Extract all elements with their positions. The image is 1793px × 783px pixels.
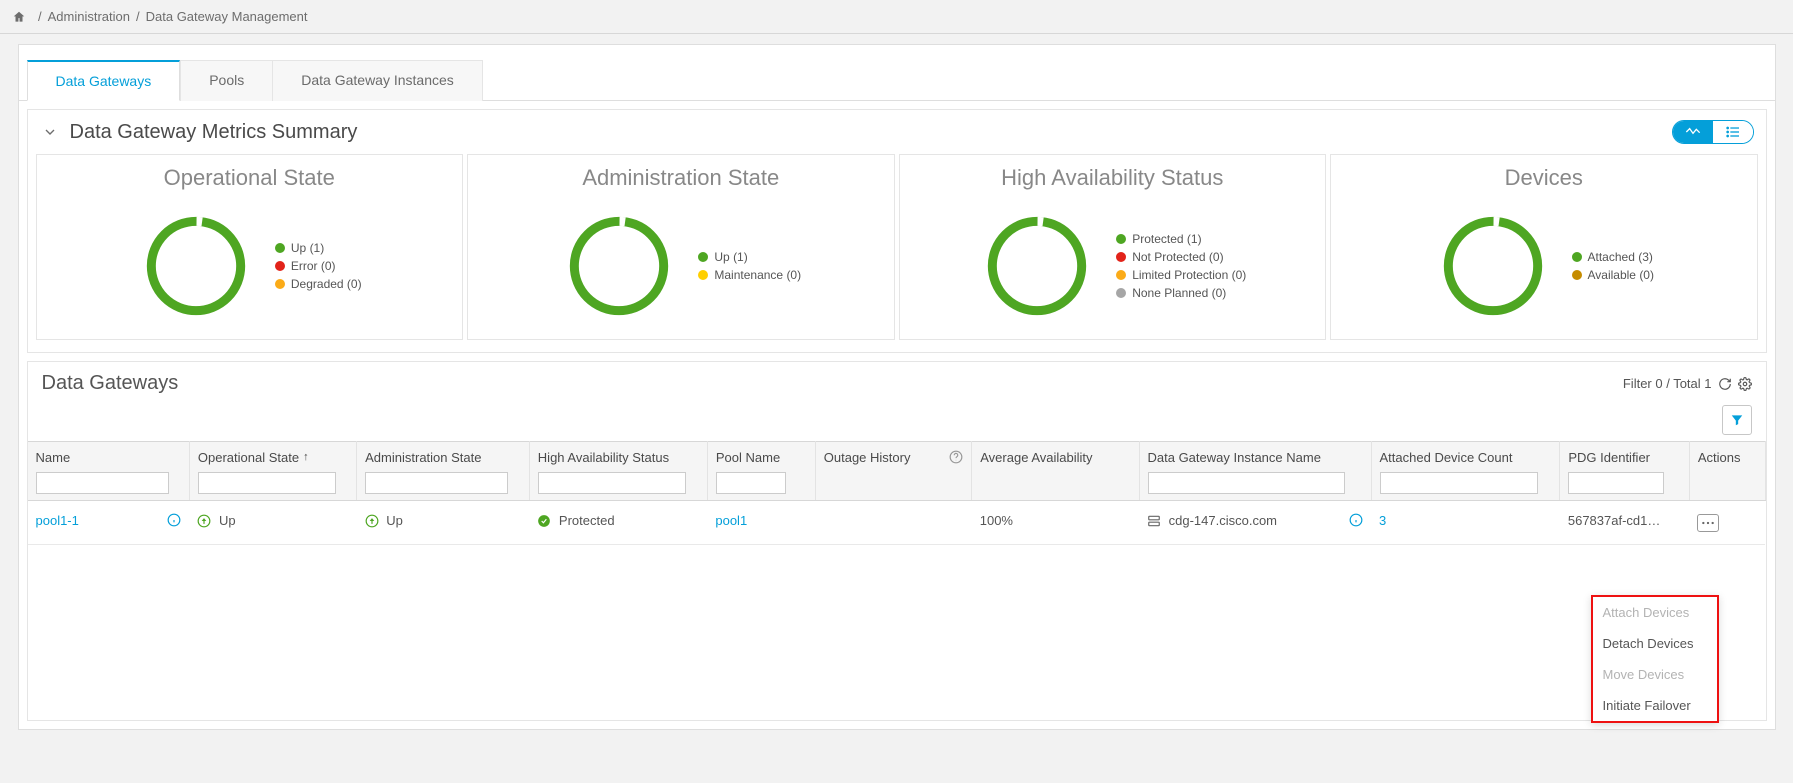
filter-pdg-id[interactable]: [1568, 472, 1664, 494]
table-title: Data Gateways: [42, 372, 179, 395]
th-dev-count[interactable]: Attached Device Count: [1380, 450, 1513, 465]
home-icon[interactable]: [12, 10, 26, 24]
row-pool-link[interactable]: pool1: [715, 513, 747, 528]
data-gateways-table: Name Operational State ↑ Administration S…: [28, 441, 1766, 545]
table-row[interactable]: pool1-1 Up Up Protec: [28, 501, 1766, 545]
donut-chart-icon: [137, 207, 255, 325]
filter-ha-status[interactable]: [538, 472, 686, 494]
breadcrumb: / Administration / Data Gateway Manageme…: [0, 0, 1793, 34]
up-arrow-icon: [197, 514, 211, 528]
gear-icon[interactable]: [1738, 377, 1752, 391]
menu-move-devices: Move Devices: [1593, 659, 1717, 690]
card-title: Operational State: [55, 165, 445, 191]
filter-pool-name[interactable]: [716, 472, 786, 494]
menu-initiate-failover[interactable]: Initiate Failover: [1593, 690, 1717, 721]
legend-label: Degraded (0): [291, 277, 362, 291]
refresh-icon[interactable]: [1718, 377, 1732, 391]
donut-chart-icon: [1434, 207, 1552, 325]
legend-label: Up (1): [291, 241, 324, 255]
row-op-state: Up: [219, 513, 236, 528]
card-title: Administration State: [486, 165, 876, 191]
filter-op-state[interactable]: [198, 472, 336, 494]
donut-chart-icon: [560, 207, 678, 325]
tab-pools[interactable]: Pools: [180, 60, 273, 101]
legend-label: Error (0): [291, 259, 336, 273]
th-pdg-id[interactable]: PDG Identifier: [1568, 450, 1650, 465]
menu-attach-devices: Attach Devices: [1593, 597, 1717, 628]
tab-data-gateway-instances[interactable]: Data Gateway Instances: [273, 60, 483, 101]
row-pdg-id: 567837af-cd1…: [1568, 513, 1661, 528]
row-avg-avail: 100%: [980, 513, 1013, 528]
row-actions-menu: Attach Devices Detach Devices Move Devic…: [1591, 595, 1719, 723]
info-icon[interactable]: [1349, 513, 1363, 527]
donut-chart-icon: [978, 207, 1096, 325]
th-dgi-name[interactable]: Data Gateway Instance Name: [1148, 450, 1321, 465]
th-ha-status[interactable]: High Availability Status: [538, 450, 669, 465]
legend-label: Limited Protection (0): [1132, 268, 1246, 282]
legend-label: Attached (3): [1588, 250, 1653, 264]
legend-label: None Planned (0): [1132, 286, 1226, 300]
filter-summary: Filter 0 / Total 1: [1623, 376, 1712, 391]
tab-strip: Data Gateways Pools Data Gateway Instanc…: [19, 59, 1775, 101]
th-name[interactable]: Name: [36, 450, 71, 465]
legend-label: Available (0): [1588, 268, 1654, 282]
check-circle-icon: [537, 514, 551, 528]
help-icon[interactable]: [949, 450, 963, 464]
toggle-chart-view[interactable]: [1673, 121, 1713, 143]
breadcrumb-administration[interactable]: Administration: [48, 9, 130, 24]
th-admin-state[interactable]: Administration State: [365, 450, 481, 465]
filter-icon[interactable]: [1722, 405, 1752, 435]
th-avg-avail[interactable]: Average Availability: [980, 450, 1092, 465]
legend-label: Up (1): [714, 250, 747, 264]
sort-asc-icon[interactable]: ↑: [303, 451, 309, 463]
card-title: High Availability Status: [918, 165, 1308, 191]
card-operational-state: Operational State Up (1) Error (0) Degra…: [36, 154, 464, 340]
row-ha-status: Protected: [559, 513, 615, 528]
filter-admin-state[interactable]: [365, 472, 508, 494]
legend-label: Not Protected (0): [1132, 250, 1223, 264]
server-icon: [1147, 514, 1161, 528]
toggle-list-view[interactable]: [1713, 121, 1753, 143]
card-devices: Devices Attached (3) Available (0): [1330, 154, 1758, 340]
tab-data-gateways[interactable]: Data Gateways: [27, 60, 181, 101]
row-name-link[interactable]: pool1-1: [36, 513, 79, 528]
card-high-availability: High Availability Status Protected (1) N…: [899, 154, 1327, 340]
card-administration-state: Administration State Up (1) Maintenance …: [467, 154, 895, 340]
info-icon[interactable]: [167, 513, 181, 527]
view-toggle: [1672, 120, 1754, 144]
breadcrumb-current: Data Gateway Management: [146, 9, 308, 24]
row-dgi-name: cdg-147.cisco.com: [1169, 513, 1277, 528]
row-actions-button[interactable]: [1697, 514, 1719, 532]
card-title: Devices: [1349, 165, 1739, 191]
up-arrow-icon: [365, 514, 379, 528]
row-admin-state: Up: [386, 513, 403, 528]
filter-dgi-name[interactable]: [1148, 472, 1346, 494]
filter-name[interactable]: [36, 472, 170, 494]
th-outage[interactable]: Outage History: [824, 450, 911, 465]
chevron-down-icon[interactable]: [42, 124, 60, 140]
menu-detach-devices[interactable]: Detach Devices: [1593, 628, 1717, 659]
metrics-summary-title: Data Gateway Metrics Summary: [70, 121, 358, 144]
legend-label: Protected (1): [1132, 232, 1201, 246]
filter-dev-count[interactable]: [1380, 472, 1538, 494]
th-op-state[interactable]: Operational State: [198, 450, 299, 465]
th-pool-name[interactable]: Pool Name: [716, 450, 780, 465]
row-dev-count-link[interactable]: 3: [1379, 513, 1386, 528]
th-actions: Actions: [1698, 450, 1741, 465]
legend-label: Maintenance (0): [714, 268, 801, 282]
